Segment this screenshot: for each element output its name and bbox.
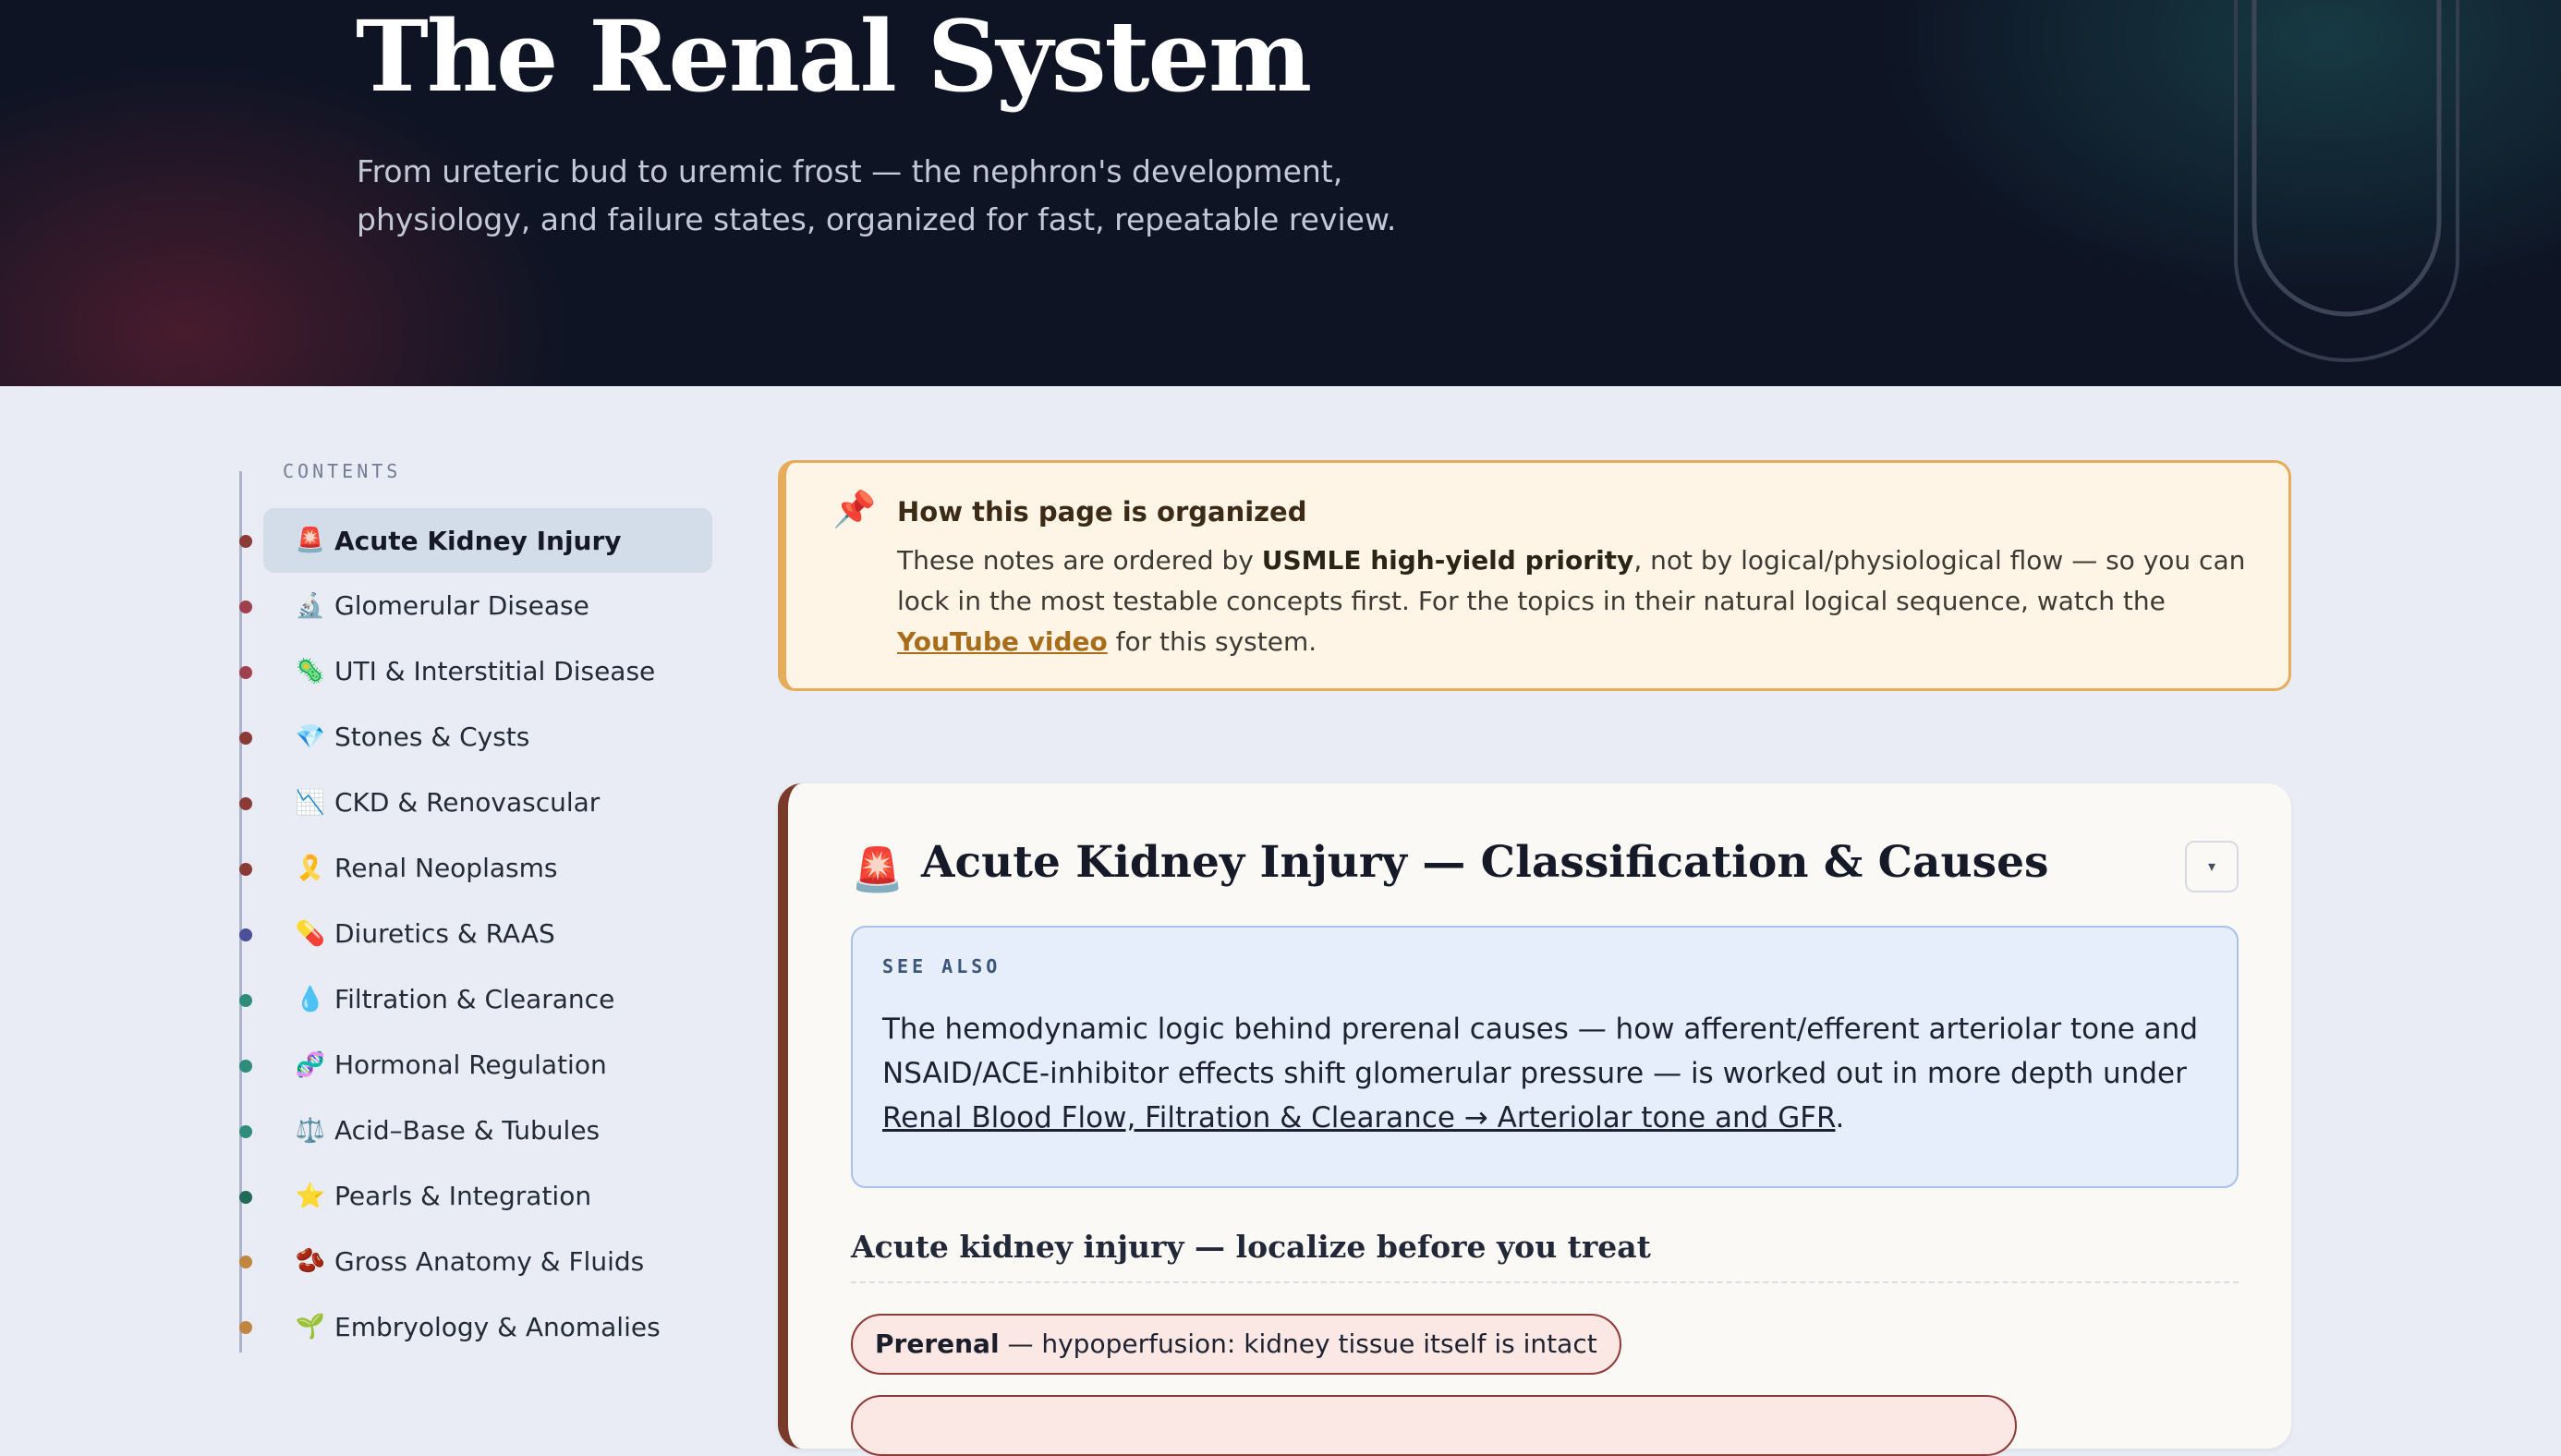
see-also-text: .	[1835, 1101, 1845, 1134]
toc-item-acute-kidney-injury[interactable]: 🚨 Acute Kidney Injury	[239, 508, 712, 573]
see-also-box: SEE ALSO The hemodynamic logic behind pr…	[851, 926, 2239, 1188]
toc-marker-dot	[239, 1059, 252, 1073]
see-also-body: The hemodynamic logic behind prerenal ca…	[882, 1007, 2203, 1140]
toc-item-label: Diuretics & RAAS	[334, 918, 555, 950]
toc-marker-dot	[239, 1124, 252, 1138]
page-subtitle: From ureteric bud to uremic frost — the …	[357, 153, 1397, 237]
seedling-icon: 🌱	[295, 1313, 326, 1341]
toc-item-label: Acid–Base & Tubules	[334, 1115, 601, 1147]
toc-marker-dot	[239, 862, 252, 876]
toc-marker-dot	[239, 796, 252, 810]
kidney-outline-icon	[2234, 0, 2459, 362]
siren-icon: 🚨	[851, 844, 904, 894]
toc-item-label: Embryology & Anomalies	[334, 1311, 661, 1342]
toc-item-label: Gross Anatomy & Fluids	[334, 1245, 645, 1277]
collapse-button[interactable]: ▾	[2185, 841, 2239, 892]
siren-icon: 🚨	[295, 527, 326, 554]
toc-marker-dot	[239, 1256, 252, 1269]
star-icon: ⭐	[295, 1182, 326, 1210]
toc-item-glomerular-disease[interactable]: 🔬 Glomerular Disease	[239, 574, 712, 638]
dna-icon: 🧬	[295, 1050, 326, 1079]
callout-text: for this system.	[1107, 626, 1317, 657]
pill-term: Prerenal	[875, 1329, 1000, 1359]
scales-icon: ⚖️	[295, 1116, 326, 1145]
pill-icon: 💊	[295, 919, 326, 948]
toc-heading: CONTENTS	[283, 460, 402, 482]
toc-item-label: Stones & Cysts	[334, 722, 530, 753]
toc-item-pearls-integration[interactable]: ⭐ Pearls & Integration	[239, 1164, 712, 1229]
toc-item-acid-base-tubules[interactable]: ⚖️ Acid–Base & Tubules	[239, 1098, 712, 1163]
toc-item-ckd-renovascular[interactable]: 📉 CKD & Renovascular	[239, 770, 712, 835]
callout-body: These notes are ordered by USMLE high-yi…	[897, 540, 2246, 662]
section-card-aki: 🚨 Acute Kidney Injury — Classification &…	[778, 783, 2291, 1456]
toc-marker-dot	[239, 600, 252, 613]
toc-marker-dot	[239, 665, 252, 679]
toc-item-label: CKD & Renovascular	[334, 787, 601, 819]
toc-item-label: Renal Neoplasms	[334, 853, 558, 884]
toc-marker-dot	[239, 1321, 252, 1335]
toc-marker-dot	[239, 535, 252, 548]
toc-item-label: Glomerular Disease	[334, 590, 589, 622]
gem-icon: 💎	[295, 722, 326, 751]
droplet-icon: 💧	[295, 985, 326, 1013]
microscope-icon: 🔬	[295, 591, 326, 620]
callout-title: How this page is organized	[897, 496, 1307, 528]
toc-item-label: Hormonal Regulation	[334, 1050, 607, 1081]
toc-item-gross-anatomy-fluids[interactable]: 🫘 Gross Anatomy & Fluids	[239, 1229, 712, 1293]
section-title: Acute Kidney Injury — Classification & C…	[921, 837, 2049, 888]
pill-text: — hypoperfusion: kidney tissue itself is…	[999, 1329, 1597, 1359]
classification-pill-prerenal: Prerenal — hypoperfusion: kidney tissue …	[851, 1314, 1621, 1375]
hero-banner: The Renal System From ureteric bud to ur…	[0, 0, 2561, 386]
toc-item-stones-cysts[interactable]: 💎 Stones & Cysts	[239, 705, 712, 770]
toc-item-label: UTI & Interstitial Disease	[334, 656, 656, 687]
toc-item-label: Pearls & Integration	[334, 1181, 592, 1211]
microbe-icon: 🦠	[295, 657, 326, 686]
youtube-video-link[interactable]: YouTube video	[897, 626, 1108, 657]
toc-item-filtration-clearance[interactable]: 💧 Filtration & Clearance	[239, 967, 712, 1032]
ribbon-icon: 🎗️	[295, 854, 326, 882]
see-also-text: The hemodynamic logic behind prerenal ca…	[882, 1013, 2199, 1090]
toc-item-label: Filtration & Clearance	[334, 984, 615, 1015]
toc-marker-dot	[239, 1190, 252, 1204]
callout-emphasis: USMLE high-yield priority	[1261, 545, 1634, 576]
see-also-label: SEE ALSO	[882, 955, 1001, 977]
toc-item-label: Acute Kidney Injury	[334, 525, 622, 556]
toc-marker-dot	[239, 928, 252, 941]
callout-text: These notes are ordered by	[897, 545, 1262, 576]
toc-item-embryology-anomalies[interactable]: 🌱 Embryology & Anomalies	[239, 1294, 712, 1359]
chart-decreasing-icon: 📉	[295, 788, 326, 817]
cross-reference-link[interactable]: Renal Blood Flow, Filtration & Clearance…	[882, 1101, 1836, 1134]
classification-pill	[851, 1395, 2017, 1456]
subsection-heading: Acute kidney injury — localize before yo…	[851, 1229, 2239, 1283]
toc-item-hormonal-regulation[interactable]: 🧬 Hormonal Regulation	[239, 1033, 712, 1098]
beans-icon: 🫘	[295, 1247, 326, 1276]
toc-item-diuretics-raas[interactable]: 💊 Diuretics & RAAS	[239, 902, 712, 966]
toc-marker-dot	[239, 993, 252, 1007]
organization-callout: 📌 How this page is organized These notes…	[778, 460, 2291, 691]
toc-item-renal-neoplasms[interactable]: 🎗️ Renal Neoplasms	[239, 836, 712, 901]
pushpin-icon: 📌	[832, 489, 877, 529]
toc-item-uti-interstitial-disease[interactable]: 🦠 UTI & Interstitial Disease	[239, 639, 712, 704]
toc-marker-dot	[239, 731, 252, 745]
page-title: The Renal System	[356, 0, 1312, 114]
